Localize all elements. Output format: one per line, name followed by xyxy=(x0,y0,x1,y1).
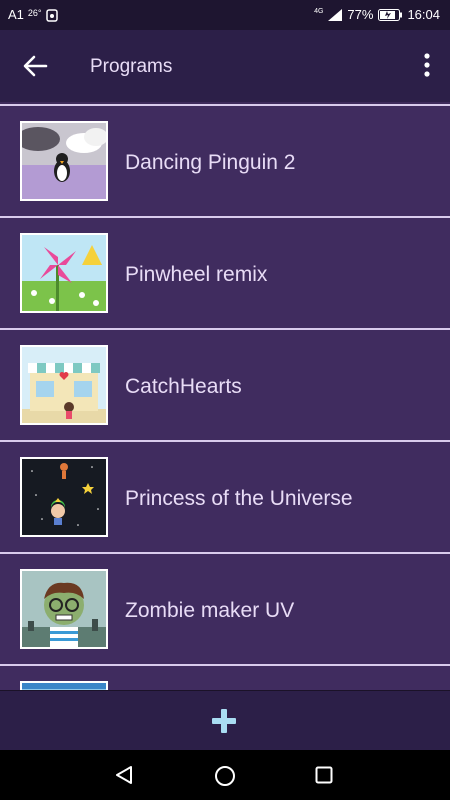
temperature-label: 26° xyxy=(27,7,42,18)
add-program-button[interactable] xyxy=(211,708,237,734)
battery-percent: 77% xyxy=(347,7,374,22)
notification-icon xyxy=(45,8,58,22)
program-list: Dancing Pinguin 2 Pinwheel remix CatchHe… xyxy=(0,102,450,690)
penguin-scene-icon xyxy=(20,121,108,201)
shop-scene-icon xyxy=(20,345,108,425)
partial-thumbnail-icon xyxy=(20,681,108,690)
back-arrow-icon[interactable] xyxy=(22,54,48,78)
program-name: CatchHearts xyxy=(125,375,242,398)
program-name: Zombie maker UV xyxy=(125,599,295,622)
program-row-zombie-maker[interactable]: Zombie maker UV xyxy=(0,554,450,664)
app-bar: Programs xyxy=(0,30,450,102)
program-name: Dancing Pinguin 2 xyxy=(125,151,296,174)
battery-icon xyxy=(378,8,403,21)
network-type-label: 4G xyxy=(314,8,324,15)
program-name: Pinwheel remix xyxy=(125,263,268,286)
signal-icon xyxy=(328,8,343,21)
pinwheel-scene-icon xyxy=(20,233,108,313)
nav-home-icon[interactable] xyxy=(213,764,237,788)
program-row-catchhearts[interactable]: CatchHearts xyxy=(0,330,450,440)
program-name: Princess of the Universe xyxy=(125,487,353,510)
page-title: Programs xyxy=(90,56,173,77)
system-nav-bar xyxy=(0,750,450,800)
overflow-menu-icon[interactable] xyxy=(420,52,434,80)
zombie-scene-icon xyxy=(20,569,108,649)
carrier-label: A1 xyxy=(8,7,24,22)
nav-back-icon[interactable] xyxy=(114,765,134,785)
program-row-princess-universe[interactable]: Princess of the Universe xyxy=(0,442,450,552)
program-row-partial[interactable] xyxy=(0,666,450,690)
space-scene-icon xyxy=(20,457,108,537)
bottom-bar xyxy=(0,690,450,751)
status-bar: A1 26° 4G 77% 16:04 xyxy=(0,0,450,30)
clock: 16:04 xyxy=(407,7,440,22)
program-row-dancing-pinguin[interactable]: Dancing Pinguin 2 xyxy=(0,106,450,216)
nav-recents-icon[interactable] xyxy=(315,766,333,784)
program-row-pinwheel-remix[interactable]: Pinwheel remix xyxy=(0,218,450,328)
